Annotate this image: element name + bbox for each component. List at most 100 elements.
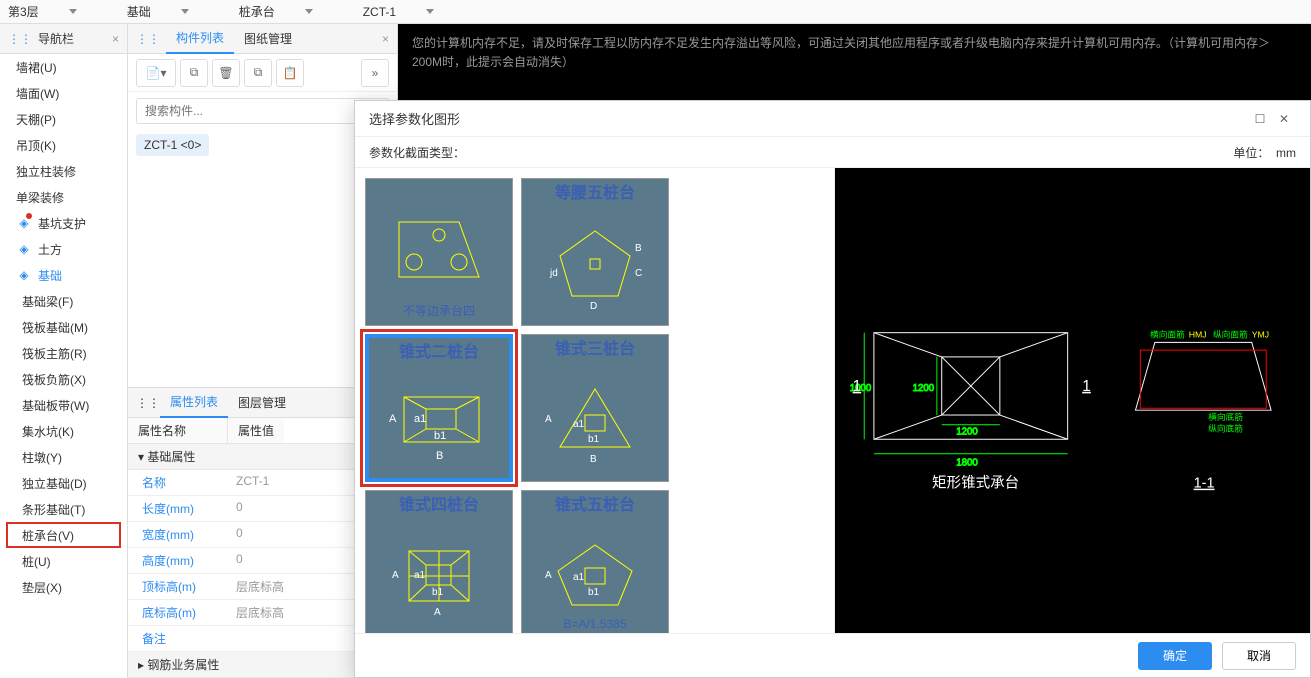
chevron-down-icon (69, 9, 77, 14)
shape-card[interactable]: 不等边承台四 (365, 178, 513, 326)
preview-area: 1000 1200 1200 1800 1 1 矩形锥式承台 横向面筋纵向面筋 … (835, 168, 1310, 633)
grip-icon: ⋮⋮ (136, 396, 160, 410)
nav-label: 基础梁(F) (22, 293, 73, 310)
nav-title: 导航栏 (38, 30, 112, 47)
nav-label: 筏板基础(M) (22, 319, 88, 336)
svg-text:1800: 1800 (956, 457, 978, 468)
search-input[interactable] (136, 98, 389, 124)
paste-button[interactable]: 📋 (276, 59, 304, 87)
nav-item[interactable]: 基础梁(F) (0, 288, 127, 314)
shape-card[interactable]: 锥式五桩台Aa1b1B=A/1.5385 (521, 490, 669, 633)
nav-item[interactable]: 集水坑(K) (0, 418, 127, 444)
shape-card[interactable]: 锥式四桩台Aa1b1A (365, 490, 513, 633)
prop-key: 高度(mm) (128, 548, 228, 573)
nav-label: 单梁装修 (16, 189, 64, 206)
dialog-subtitle: 参数化截面类型： (369, 144, 465, 161)
category-icon: ◈ (16, 241, 32, 257)
nav-item[interactable]: 基础板带(W) (0, 392, 127, 418)
shape-diagram: Aa1b1B (384, 366, 494, 478)
grip-icon: ⋮⋮ (8, 32, 32, 46)
svg-text:b1: b1 (588, 434, 600, 445)
nav-label: 墙面(W) (16, 85, 59, 102)
cat1-select[interactable]: 基础 (127, 3, 219, 20)
svg-text:D: D (590, 301, 597, 311)
shape-title: 锥式三桩台 (555, 335, 635, 359)
svg-text:b1: b1 (434, 430, 446, 442)
nav-item[interactable]: 单梁装修 (0, 184, 127, 210)
nav-label: 桩(U) (22, 553, 51, 570)
svg-text:纵向底筋: 纵向底筋 (1208, 423, 1243, 434)
nav-item[interactable]: 条形基础(T) (0, 496, 127, 522)
shape-card[interactable]: 锥式三桩台Aa1b1B (521, 334, 669, 482)
prop-key: 顶标高(m) (128, 574, 228, 599)
prop-key: 底标高(m) (128, 600, 228, 625)
tab-properties[interactable]: 属性列表 (160, 388, 228, 418)
nav-item[interactable]: 墙面(W) (0, 80, 127, 106)
svg-text:1: 1 (1082, 378, 1091, 395)
component-item[interactable]: ZCT-1 <0> (136, 134, 209, 156)
copy-button[interactable]: ⧉ (180, 59, 208, 87)
svg-text:1200: 1200 (956, 426, 978, 437)
nav-item[interactable]: 吊顶(K) (0, 132, 127, 158)
nav-item[interactable]: 垫层(X) (0, 574, 127, 600)
shape-diagram: Aa1b1B (540, 363, 650, 481)
cancel-button[interactable]: 取消 (1222, 642, 1296, 670)
shape-card[interactable]: 等腰五桩台BCjdD (521, 178, 669, 326)
nav-item[interactable]: ◈基础 (0, 262, 127, 288)
nav-item[interactable]: 天棚(P) (0, 106, 127, 132)
shape-title: 等腰五桩台 (555, 179, 635, 203)
nav-item[interactable]: 筏板基础(M) (0, 314, 127, 340)
nav-item[interactable]: 墙裙(U) (0, 54, 127, 80)
shape-card[interactable]: 锥式二桩台Aa1b1B (365, 334, 513, 482)
svg-text:A: A (545, 414, 552, 425)
delete-button[interactable]: 🗑 (212, 59, 240, 87)
nav-item[interactable]: ◈ 土方 (0, 236, 127, 262)
new-button[interactable]: 📄▾ (136, 59, 176, 87)
shape-title: 锥式五桩台 (555, 491, 635, 515)
close-icon[interactable]: × (112, 32, 119, 46)
nav-item[interactable]: 独立柱装修 (0, 158, 127, 184)
more-button[interactable]: » (361, 59, 389, 87)
svg-text:YMJ: YMJ (1252, 330, 1269, 340)
ok-button[interactable]: 确定 (1138, 642, 1212, 670)
tab-drawing-mgmt[interactable]: 图纸管理 (234, 24, 302, 54)
svg-text:b1: b1 (588, 587, 600, 598)
nav-label: 吊顶(K) (16, 137, 56, 154)
nav-item[interactable]: 筏板主筋(R) (0, 340, 127, 366)
prop-key: 名称 (128, 470, 228, 495)
shape-dialog: 选择参数化图形 ☐ ✕ 参数化截面类型： 单位： mm 不等边承台四等腰五桩台B… (354, 100, 1311, 678)
nav-item[interactable]: 柱墩(Y) (0, 444, 127, 470)
nav-label: 基坑支护 (38, 215, 86, 232)
tab-component-list[interactable]: 构件列表 (166, 24, 234, 54)
nav-item[interactable]: 桩承台(V) (6, 522, 121, 548)
dialog-title: 选择参数化图形 (369, 109, 1248, 128)
nav-item[interactable]: 独立基础(D) (0, 470, 127, 496)
shape-diagram: Aa1b1 (540, 519, 650, 633)
cat2-select[interactable]: 桩承台 (239, 3, 343, 20)
tab-layers[interactable]: 图层管理 (228, 388, 296, 418)
nav-item[interactable]: ◈基坑支护 (0, 210, 127, 236)
nav-label: 桩承台(V) (22, 527, 74, 544)
svg-text:横向底筋: 横向底筋 (1208, 411, 1243, 422)
level-select[interactable]: 第3层 (8, 3, 107, 20)
top-bar: 第3层 基础 桩承台 ZCT-1 (0, 0, 1311, 24)
close-icon[interactable]: ✕ (1272, 112, 1296, 126)
maximize-icon[interactable]: ☐ (1248, 112, 1272, 126)
svg-text:B: B (590, 454, 597, 465)
svg-text:1: 1 (853, 378, 862, 395)
svg-text:B: B (635, 243, 642, 254)
grip-icon: ⋮⋮ (136, 32, 160, 46)
dup-button[interactable]: ⧉ (244, 59, 272, 87)
nav-label: 独立基础(D) (22, 475, 87, 492)
nav-label: 条形基础(T) (22, 501, 85, 518)
nav-label: 土方 (38, 241, 62, 258)
svg-text:a1: a1 (573, 572, 585, 583)
svg-text:jd: jd (549, 268, 558, 279)
close-icon[interactable]: × (382, 32, 389, 46)
alert-dot-icon (26, 213, 32, 219)
cat3-select[interactable]: ZCT-1 (363, 5, 464, 19)
nav-item[interactable]: 桩(U) (0, 548, 127, 574)
svg-text:1200: 1200 (913, 383, 935, 394)
nav-item[interactable]: 筏板负筋(X) (0, 366, 127, 392)
prop-key: 备注 (128, 626, 228, 651)
